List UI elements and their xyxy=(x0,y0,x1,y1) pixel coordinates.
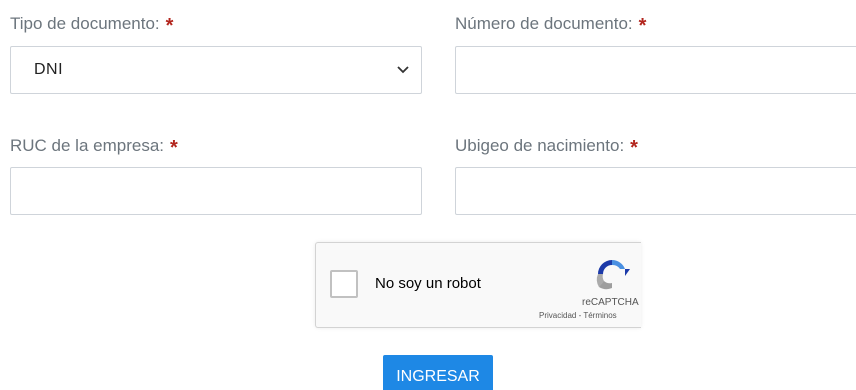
ruc-empresa-label-text: RUC de la empresa: xyxy=(10,136,165,155)
numero-documento-label: Número de documento: * xyxy=(455,12,647,37)
numero-documento-field xyxy=(455,46,856,94)
recaptcha-widget: No soy un robot reCAPTCHA Privacidad - T… xyxy=(315,242,641,328)
required-asterisk: * xyxy=(165,15,174,37)
ruc-empresa-field xyxy=(10,167,422,215)
ruc-empresa-input[interactable] xyxy=(11,168,421,214)
recaptcha-checkbox[interactable] xyxy=(330,270,358,298)
recaptcha-logo-icon xyxy=(596,260,630,290)
ubigeo-nacimiento-label: Ubigeo de nacimiento: * xyxy=(455,134,638,159)
required-asterisk: * xyxy=(638,15,647,37)
ubigeo-nacimiento-field xyxy=(455,167,856,215)
tipo-documento-label: Tipo de documento: * xyxy=(10,12,174,37)
recaptcha-links[interactable]: Privacidad - Términos xyxy=(539,311,617,320)
recaptcha-brand: reCAPTCHA xyxy=(582,297,639,308)
ubigeo-nacimiento-input[interactable] xyxy=(456,168,856,214)
tipo-documento-select[interactable]: DNI xyxy=(10,46,422,94)
numero-documento-label-text: Número de documento: xyxy=(455,14,633,33)
ubigeo-nacimiento-label-text: Ubigeo de nacimiento: xyxy=(455,136,625,155)
tipo-documento-selected-value: DNI xyxy=(34,61,64,78)
ingresar-button[interactable]: INGRESAR xyxy=(383,355,493,390)
required-asterisk: * xyxy=(630,137,638,159)
ruc-empresa-label: RUC de la empresa: * xyxy=(10,134,178,159)
login-form: Tipo de documento: * DNI Número de docume… xyxy=(0,0,856,390)
recaptcha-label: No soy un robot xyxy=(375,275,481,292)
tipo-documento-label-text: Tipo de documento: xyxy=(10,14,160,33)
required-asterisk: * xyxy=(170,137,178,159)
numero-documento-input[interactable] xyxy=(456,47,856,93)
chevron-down-icon xyxy=(397,66,409,74)
